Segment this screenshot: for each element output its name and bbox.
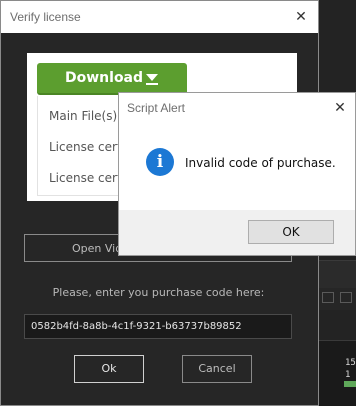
alert-message: Invalid code of purchase.	[185, 156, 336, 170]
alert-title: Script Alert	[127, 101, 186, 115]
close-icon[interactable]: ✕	[329, 97, 351, 119]
download-button[interactable]: Download	[37, 63, 187, 95]
download-button-label: Download	[65, 70, 144, 86]
close-icon[interactable]: ✕	[290, 6, 312, 28]
background-timecode: 15	[345, 358, 356, 368]
background-timecode: 1	[345, 370, 351, 380]
background-toolbar-icon	[322, 292, 334, 303]
menu-item-license-certificate[interactable]: License certificate	[49, 140, 129, 154]
script-alert-dialog: Script Alert ✕ i Invalid code of purchas…	[118, 92, 356, 256]
purchase-code-input[interactable]	[24, 314, 292, 339]
purchase-code-prompt: Please, enter you purchase code here:	[52, 286, 265, 299]
menu-item-license-certificate[interactable]: License certificate	[49, 171, 129, 185]
download-icon	[146, 74, 158, 85]
background-toolbar-icon	[340, 292, 352, 303]
info-icon: i	[146, 148, 174, 176]
dialog-titlebar: Verify license ✕	[1, 1, 318, 33]
menu-item-main-files[interactable]: Main File(s)	[49, 109, 129, 123]
alert-body: i Invalid code of purchase.	[119, 123, 355, 210]
cancel-button[interactable]: Cancel	[182, 355, 252, 383]
background-panel-header	[318, 260, 356, 288]
ok-button[interactable]: Ok	[74, 355, 144, 383]
alert-ok-button[interactable]: OK	[248, 220, 334, 244]
dialog-title: Verify license	[10, 10, 81, 24]
background-clip	[344, 381, 356, 387]
alert-titlebar: Script Alert ✕	[119, 93, 355, 123]
